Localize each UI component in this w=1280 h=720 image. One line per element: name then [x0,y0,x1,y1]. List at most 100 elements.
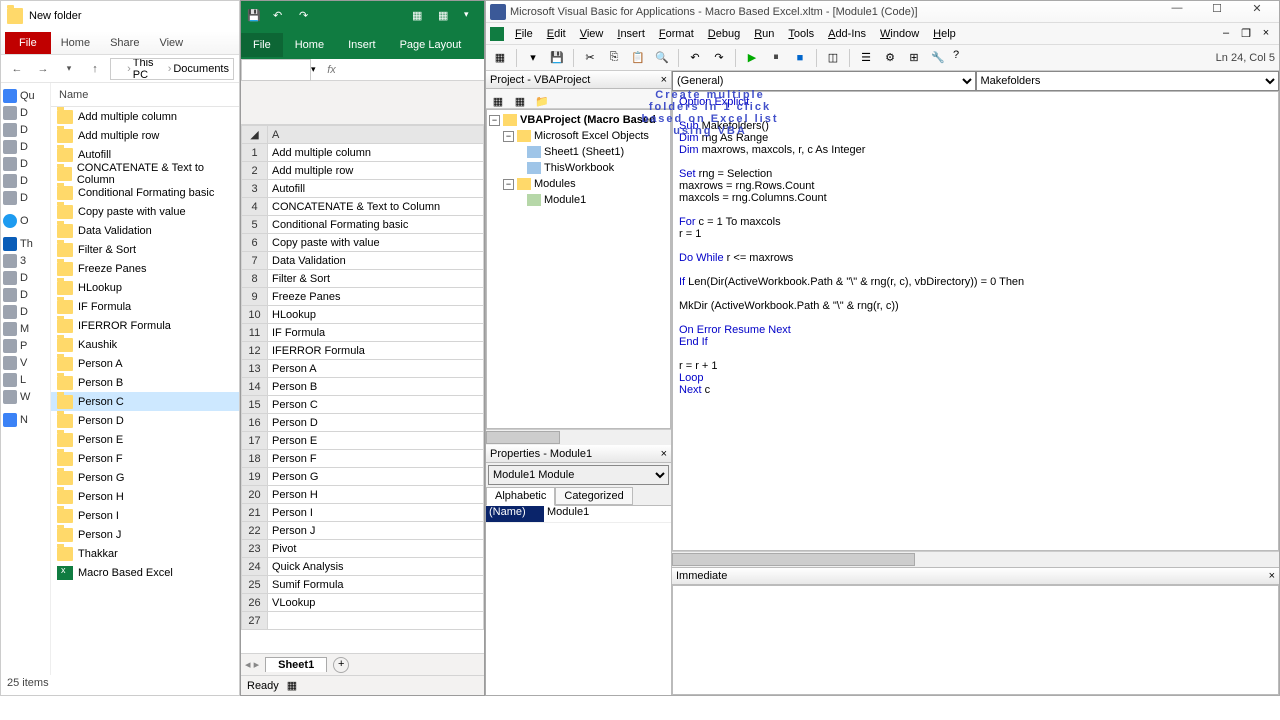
cell[interactable]: Conditional Formating basic [268,216,484,234]
cell[interactable]: Filter & Sort [268,270,484,288]
folder-row[interactable]: Kaushik [51,335,239,354]
folder-row[interactable]: IFERROR Formula [51,316,239,335]
row-header[interactable]: 26 [242,594,268,612]
sheet-tab-active[interactable]: Sheet1 [265,657,327,672]
row-header[interactable]: 25 [242,576,268,594]
immediate-window[interactable] [672,585,1279,695]
ribbon-tab-home[interactable]: Home [51,37,100,49]
cell[interactable]: Pivot [268,540,484,558]
view-code-button[interactable]: ▦ [488,91,508,111]
collapse-icon[interactable]: − [489,115,500,126]
row-header[interactable]: 1 [242,144,268,162]
row-header[interactable]: 23 [242,540,268,558]
column-header[interactable]: A [268,126,484,144]
cell[interactable]: Autofill [268,180,484,198]
row-header[interactable]: 9 [242,288,268,306]
folder-row[interactable]: Person G [51,468,239,487]
folder-row[interactable]: Add multiple row [51,126,239,145]
row-header[interactable]: 2 [242,162,268,180]
cell[interactable]: Person D [268,414,484,432]
folder-row[interactable]: Person B [51,373,239,392]
prop-tab-categorized[interactable]: Categorized [555,487,632,505]
nav-item[interactable]: D [3,138,48,155]
nav-item[interactable]: D [3,189,48,206]
collapse-icon[interactable]: − [503,131,514,142]
nav-item[interactable]: O [3,212,48,229]
ribbon-tab-pagelayout[interactable]: Page Layout [388,33,474,57]
menu-insert[interactable]: Insert [610,28,652,40]
immediate-title[interactable]: Immediate× [672,567,1279,585]
nav-item[interactable]: D [3,121,48,138]
explorer-nav-pane[interactable]: QuDDDDDDOTh3DDDMPVLWN [1,83,51,675]
row-header[interactable]: 8 [242,270,268,288]
toggle-folders-button[interactable]: 📁 [532,91,552,111]
copy-button[interactable]: ⎘ [604,48,624,68]
qat-more-icon[interactable]: ▾ [464,9,478,23]
find-button[interactable]: 🔍 [652,48,672,68]
cell[interactable]: Copy paste with value [268,234,484,252]
menu-run[interactable]: Run [747,28,781,40]
redo-button[interactable]: ↷ [709,48,729,68]
cell[interactable]: Add multiple column [268,144,484,162]
qat-icon[interactable]: ▦ [412,9,426,23]
folder-row[interactable]: HLookup [51,278,239,297]
nav-item[interactable]: N [3,411,48,428]
mdi-close-button[interactable]: × [1257,27,1275,40]
row-header[interactable]: 11 [242,324,268,342]
menu-edit[interactable]: Edit [540,28,573,40]
close-icon[interactable]: × [1269,570,1275,582]
row-header[interactable]: 12 [242,342,268,360]
paste-button[interactable]: 📋 [628,48,648,68]
cell[interactable]: IF Formula [268,324,484,342]
column-header-name[interactable]: Name [51,83,239,107]
folder-row[interactable]: Person D [51,411,239,430]
properties-object-select[interactable]: Module1 Module [488,465,669,485]
cell[interactable]: Data Validation [268,252,484,270]
mdi-restore-button[interactable]: ❐ [1237,27,1255,40]
row-header[interactable]: 4 [242,198,268,216]
folder-row[interactable]: Conditional Formating basic [51,183,239,202]
save-button[interactable]: 💾 [547,48,567,68]
break-button[interactable]: ⏸ [766,48,786,68]
save-icon[interactable]: 💾 [247,9,261,23]
ribbon-tab-home[interactable]: Home [283,33,336,57]
file-row[interactable]: Macro Based Excel [51,563,239,582]
row-header[interactable]: 19 [242,468,268,486]
explorer-title-bar[interactable]: New folder [1,1,239,31]
project-explorer-button[interactable]: ☰ [856,48,876,68]
folder-row[interactable]: Person H [51,487,239,506]
ribbon-tab-share[interactable]: Share [100,37,149,49]
row-header[interactable]: 16 [242,414,268,432]
help-button[interactable]: ? [952,48,972,68]
row-header[interactable]: 6 [242,234,268,252]
row-header[interactable]: 13 [242,360,268,378]
cell[interactable]: Person F [268,450,484,468]
nav-fwd-button[interactable]: → [32,58,54,80]
close-button[interactable]: ✕ [1239,2,1275,22]
cell[interactable]: IFERROR Formula [268,342,484,360]
row-header[interactable]: 27 [242,612,268,630]
row-header[interactable]: 17 [242,432,268,450]
property-row[interactable]: (Name) Module1 [486,506,671,523]
nav-item[interactable]: D [3,269,48,286]
cell[interactable]: Person I [268,504,484,522]
nav-back-button[interactable]: ← [6,58,28,80]
object-browser-button[interactable]: ⊞ [904,48,924,68]
folder-row[interactable]: Filter & Sort [51,240,239,259]
menu-format[interactable]: Format [652,28,701,40]
menu-file[interactable]: File [508,28,540,40]
nav-item[interactable]: D [3,286,48,303]
cell[interactable]: Add multiple row [268,162,484,180]
properties-title[interactable]: Properties - Module1× [486,445,671,463]
undo-icon[interactable]: ↶ [273,9,287,23]
qat-icon[interactable]: ▦ [438,9,452,23]
view-excel-button[interactable]: ▦ [490,48,510,68]
menu-help[interactable]: Help [926,28,963,40]
row-header[interactable]: 3 [242,180,268,198]
row-header[interactable]: 10 [242,306,268,324]
folder-row[interactable]: Person C [51,392,239,411]
property-value[interactable]: Module1 [544,506,671,522]
nav-history-button[interactable]: ▾ [58,58,80,80]
row-header[interactable]: 14 [242,378,268,396]
close-icon[interactable]: × [661,74,667,86]
